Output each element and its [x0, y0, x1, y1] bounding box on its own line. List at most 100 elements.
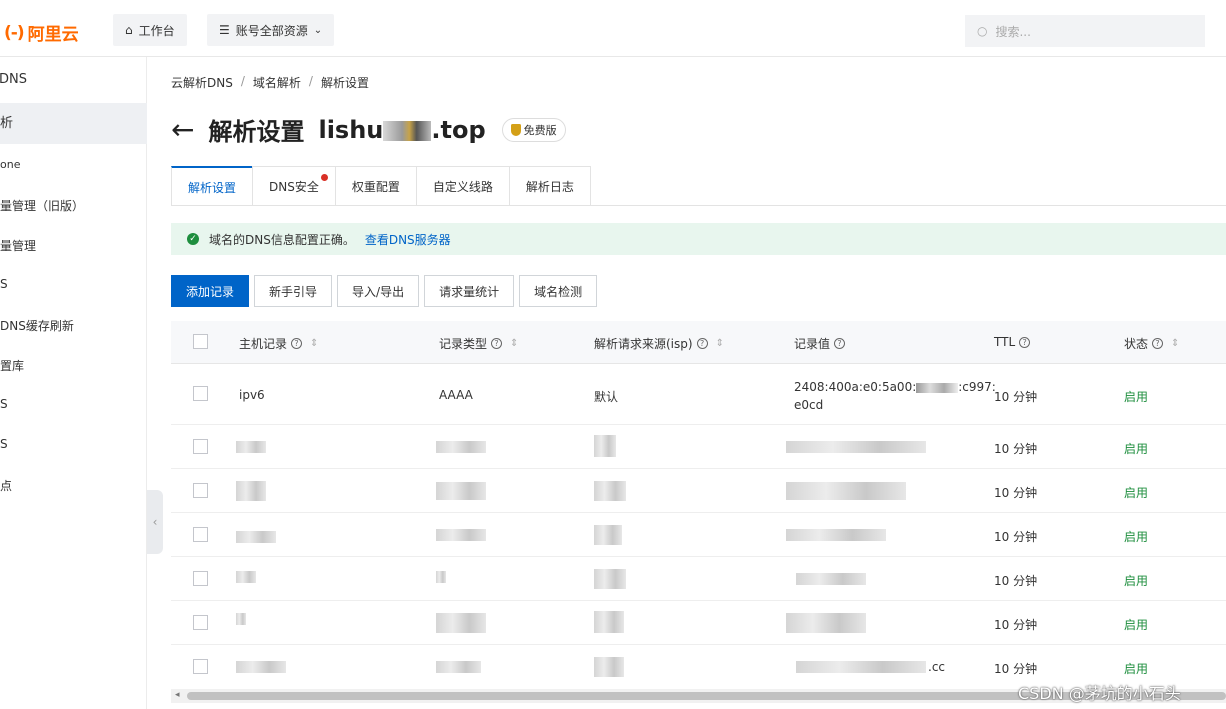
top-bar: (-) 阿里云 ⌂ 工作台 ☰ 账号全部资源 ⌄ ○ 搜索...	[0, 0, 1226, 57]
row-checkbox[interactable]	[193, 659, 208, 674]
sidebar-item-active[interactable]: 析	[0, 103, 147, 144]
sort-icon[interactable]: ⇕	[510, 338, 518, 349]
tab-label: 权重配置	[351, 180, 400, 194]
column-label: TTL	[994, 335, 1016, 349]
breadcrumb-item[interactable]: 域名解析	[253, 74, 301, 91]
sidebar-item-s3[interactable]: S	[0, 437, 147, 457]
redacted-cell	[436, 571, 446, 583]
workbench-label: 工作台	[138, 23, 175, 38]
help-icon[interactable]: ?	[491, 338, 503, 349]
sidebar-item-label: 析	[0, 116, 14, 131]
row-checkbox[interactable]	[193, 615, 208, 630]
column-status[interactable]: 状态? ⇕	[1124, 335, 1179, 352]
cell-ttl: 10 分钟	[994, 390, 1038, 404]
cell-status: 启用	[1124, 662, 1149, 676]
tab-custom-lines[interactable]: 自定义线路	[415, 166, 510, 206]
tab-dns-security[interactable]: DNS安全	[252, 166, 336, 206]
table-header: 主机记录? ⇕ 记录类型? ⇕ 解析请求来源(isp)? ⇕ 记录值? TTL? 状态…	[171, 321, 1226, 364]
view-dns-servers-link[interactable]: 查看DNS服务器	[365, 231, 451, 248]
workbench-button[interactable]: ⌂ 工作台	[113, 14, 187, 46]
redacted-cell	[594, 569, 626, 589]
column-type[interactable]: 记录类型? ⇕	[439, 335, 518, 352]
notification-dot	[320, 174, 328, 181]
logo-text: 阿里云	[27, 25, 79, 45]
row-checkbox[interactable]	[193, 439, 208, 454]
check-circle-icon: ✓	[187, 233, 199, 245]
home-icon: ⌂	[125, 23, 133, 37]
scroll-left-icon[interactable]: ◂	[175, 690, 180, 700]
tab-weight-config[interactable]: 权重配置	[334, 166, 417, 206]
breadcrumb-item-current: 解析设置	[320, 76, 369, 90]
tab-label: 解析日志	[525, 180, 574, 194]
column-isp[interactable]: 解析请求来源(isp)? ⇕	[594, 335, 724, 352]
help-icon[interactable]: ?	[834, 338, 846, 349]
sidebar-item-mgmt[interactable]: 量管理	[0, 237, 147, 257]
row-checkbox[interactable]	[193, 527, 208, 542]
sort-icon[interactable]: ⇕	[1171, 338, 1179, 349]
domain-check-button[interactable]: 域名检测	[519, 275, 598, 307]
sidebar-item-old-mgmt[interactable]: 量管理（旧版）	[0, 197, 147, 217]
redacted-cell	[796, 661, 926, 673]
redacted-cell	[436, 661, 481, 673]
page-header: ← 解析设置 lishu .top 免费版	[171, 112, 566, 147]
back-arrow-icon[interactable]: ←	[171, 115, 194, 144]
sort-icon[interactable]: ⇕	[716, 338, 724, 349]
redacted-cell	[236, 661, 286, 673]
redacted-cell	[594, 657, 624, 677]
redacted-cell	[786, 441, 926, 453]
cell-status: 启用	[1124, 390, 1149, 404]
sidebar-item-point[interactable]: 点	[0, 477, 147, 497]
column-label: 记录值	[794, 337, 831, 351]
column-host[interactable]: 主机记录? ⇕	[239, 335, 318, 352]
value-part: e0cd	[794, 398, 824, 412]
row-checkbox[interactable]	[193, 571, 208, 586]
sidebar-item-zone[interactable]: one	[0, 158, 147, 178]
help-icon[interactable]: ?	[291, 338, 303, 349]
guide-button[interactable]: 新手引导	[254, 275, 333, 307]
row-checkbox[interactable]	[193, 483, 208, 498]
row-checkbox[interactable]	[193, 386, 208, 401]
table-row[interactable]: 10 分钟 启用	[171, 469, 1226, 513]
breadcrumb-separator: /	[240, 74, 245, 88]
sidebar-item-cache-refresh[interactable]: DNS缓存刷新	[0, 317, 147, 337]
import-export-button[interactable]: 导入/导出	[337, 275, 420, 307]
cell-ttl: 10 分钟	[994, 486, 1038, 500]
table-row[interactable]: 10 分钟 启用	[171, 425, 1226, 469]
cell-ttl: 10 分钟	[994, 442, 1038, 456]
help-icon[interactable]: ?	[1152, 338, 1164, 349]
table-row[interactable]: 10 分钟 启用	[171, 601, 1226, 645]
search-input[interactable]: ○ 搜索...	[965, 15, 1205, 47]
sidebar-item-s2[interactable]: S	[0, 397, 147, 417]
add-record-button[interactable]: 添加记录	[171, 275, 250, 307]
sidebar-item-config-lib[interactable]: 置库	[0, 357, 147, 377]
tab-resolve-settings[interactable]: 解析设置	[171, 166, 254, 206]
tabs: 解析设置 DNS安全 权重配置 自定义线路 解析日志	[171, 166, 591, 206]
help-icon[interactable]: ?	[696, 338, 708, 349]
breadcrumb-item[interactable]: 云解析DNS	[171, 74, 233, 91]
redacted-cell	[236, 571, 256, 583]
cell-status: 启用	[1124, 442, 1149, 456]
request-stats-button[interactable]: 请求量统计	[424, 275, 515, 307]
redacted-cell	[436, 529, 486, 541]
cell-status: 启用	[1124, 618, 1149, 632]
tab-resolve-log[interactable]: 解析日志	[508, 166, 591, 206]
cell-status: 启用	[1124, 574, 1149, 588]
redacted-cell	[236, 613, 246, 625]
select-all-checkbox[interactable]	[193, 334, 208, 349]
redacted-cell	[236, 531, 276, 543]
redacted-area	[383, 120, 432, 141]
cell-status: 启用	[1124, 486, 1149, 500]
sidebar-item-s1[interactable]: S	[0, 277, 147, 297]
aliyun-logo[interactable]: (-) 阿里云	[4, 20, 79, 46]
sidebar-item-dns[interactable]: DNS	[0, 72, 146, 92]
table-row[interactable]: ipv6 AAAA 默认 2408:400a:e0:5a00::c997: e0c…	[171, 364, 1226, 425]
table-row[interactable]: 10 分钟 启用	[171, 513, 1226, 557]
sidebar-collapse-handle[interactable]: ‹	[147, 490, 163, 554]
help-icon[interactable]: ?	[1019, 336, 1031, 348]
table-row[interactable]: 10 分钟 启用	[171, 557, 1226, 601]
edition-badge: 免费版	[501, 117, 566, 142]
resources-dropdown[interactable]: ☰ 账号全部资源 ⌄	[207, 14, 335, 46]
column-label: 记录类型	[439, 337, 488, 351]
sort-icon[interactable]: ⇕	[310, 338, 318, 349]
redacted-cell	[436, 613, 486, 633]
